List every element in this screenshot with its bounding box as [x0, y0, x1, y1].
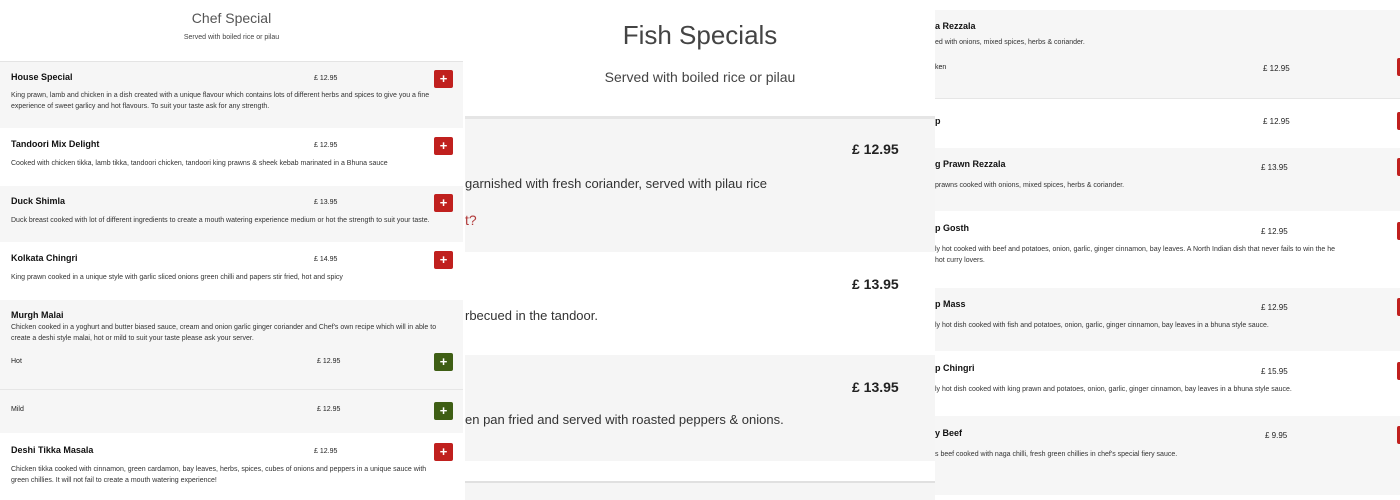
divider: [0, 389, 463, 390]
item-name: Kolkata Chingri: [11, 253, 78, 263]
menu-item-duck-shimla: Duck Shimla £ 13.95 + Duck breast cooked…: [0, 186, 463, 242]
plus-icon: +: [439, 354, 448, 369]
menu-item: £ 13.95 en pan fried and served with roa…: [465, 356, 935, 460]
variant-price: £ 12.95: [317, 406, 341, 413]
item-price: £ 12.95: [1263, 64, 1290, 73]
item-name: p: [935, 116, 941, 126]
plus-icon: +: [439, 138, 448, 153]
menu-item-deshi-tikka-masala: Deshi Tikka Masala £ 12.95 + Chicken tik…: [0, 434, 463, 500]
item-description: King prawn cooked in a unique style with…: [11, 274, 343, 281]
add-variant-button[interactable]: +: [434, 353, 453, 371]
item-name: Deshi Tikka Masala: [11, 445, 94, 455]
item-description: King prawn, lamb and chicken in a dish c…: [11, 92, 430, 110]
menu-item: £ 13.95 rbecued in the tandoor.: [465, 252, 935, 355]
item-price: £ 14.95: [314, 256, 338, 263]
item-name: Tandoori Mix Delight: [11, 139, 100, 149]
divider: [465, 461, 935, 481]
item-name: g Prawn Rezzala: [935, 159, 1006, 169]
item-price: £ 12.95: [314, 448, 338, 455]
item-name: p Chingri: [935, 363, 975, 373]
menu-item-chingri: p Chingri £ 15.95 ly hot dish cooked wit…: [935, 352, 1400, 415]
section-subtitle: Served with boiled rice or pilau: [183, 34, 280, 41]
plus-icon: +: [439, 195, 448, 210]
item-description: ly hot cooked with beef and potatoes, on…: [935, 246, 1336, 264]
item-price: £ 12.95: [852, 141, 899, 157]
section-title: Fish Specials: [622, 20, 778, 50]
menu-item: £ 12.95 garnished with fresh coriander, …: [465, 119, 935, 250]
menu-item: p £ 12.95: [935, 99, 1400, 147]
item-description: ed with onions, mixed spices, herbs & co…: [935, 39, 1085, 46]
item-price: £ 13.95: [852, 276, 899, 292]
add-to-order-button[interactable]: +: [434, 194, 453, 212]
menu-item-murgh-malai: Murgh Malai Chicken cooked in a yoghurt …: [0, 300, 463, 433]
item-name: a Rezzala: [935, 21, 976, 31]
item-description: Chicken cooked in a yoghurt and butter b…: [11, 324, 437, 342]
item-description: prawns cooked with onions, mixed spices,…: [935, 182, 1125, 189]
menu-item-rezzala: a Rezzala ed with onions, mixed spices, …: [935, 10, 1400, 98]
item-price: £ 12.95: [1261, 303, 1288, 312]
menu-item-kolkata-chingri: Kolkata Chingri £ 14.95 + King prawn coo…: [0, 243, 463, 299]
section-title: Chef Special: [191, 10, 272, 26]
item-description: ly hot dish cooked with fish and potatoe…: [935, 322, 1269, 329]
item-description: rbecued in the tandoor.: [465, 308, 598, 323]
item-price: £ 9.95: [1265, 431, 1288, 440]
item-price: £ 13.95: [314, 199, 338, 206]
add-variant-button[interactable]: +: [434, 402, 453, 420]
item-description: garnished with fresh coriander, served w…: [465, 176, 768, 191]
add-to-order-button[interactable]: +: [434, 443, 453, 461]
plus-icon: +: [439, 252, 448, 267]
divider: [465, 481, 935, 483]
add-to-order-button[interactable]: +: [434, 137, 453, 155]
curry-menu-panel: a Rezzala ed with onions, mixed spices, …: [935, 10, 1400, 495]
menu-item-gosth: p Gosth £ 12.95 ly hot cooked with beef …: [935, 212, 1400, 287]
plus-icon: +: [439, 71, 448, 86]
item-price: £ 12.95: [314, 75, 338, 82]
item-name: House Special: [11, 72, 73, 82]
item-description: s beef cooked with naga chilli, fresh gr…: [935, 451, 1178, 458]
item-name: y Beef: [935, 428, 963, 438]
item-description: ly hot dish cooked with king prawn and p…: [935, 386, 1292, 393]
menu-item-house-special: House Special £ 12.95 + King prawn, lamb…: [0, 62, 463, 128]
chef-special-header: Chef Special Served with boiled rice or …: [0, 0, 463, 62]
add-to-order-button[interactable]: +: [434, 70, 453, 88]
plus-icon: +: [439, 444, 448, 459]
item-description: Duck breast cooked with lot of different…: [11, 217, 430, 224]
menu-item-beef: y Beef £ 9.95 s beef cooked with naga ch…: [935, 416, 1400, 495]
item-description: Cooked with chicken tikka, lamb tikka, t…: [11, 160, 388, 167]
variant-name: Hot: [11, 358, 22, 365]
item-price: £ 13.95: [1261, 163, 1288, 172]
variant-name: Mild: [11, 406, 24, 413]
item-description: Chicken tikka cooked with cinnamon, gree…: [11, 466, 427, 484]
fish-specials-header: Fish Specials Served with boiled rice or…: [465, 3, 935, 119]
fish-specials-panel: Fish Specials Served with boiled rice or…: [465, 3, 935, 500]
item-description: en pan fried and served with roasted pep…: [465, 412, 784, 427]
add-to-order-button[interactable]: +: [434, 251, 453, 269]
item-price: £ 12.95: [1263, 117, 1290, 126]
menu-item-mass: p Mass £ 12.95 ly hot dish cooked with f…: [935, 288, 1400, 351]
section-subtitle: Served with boiled rice or pilau: [604, 69, 796, 85]
variant-name: ken: [935, 64, 947, 71]
info-link[interactable]: t?: [465, 212, 477, 228]
item-price: £ 13.95: [852, 379, 899, 395]
menu-item-king-prawn-rezzala: g Prawn Rezzala £ 13.95 prawns cooked wi…: [935, 148, 1400, 211]
item-name: Duck Shimla: [11, 196, 66, 206]
item-price: £ 15.95: [1261, 367, 1288, 376]
item-price: £ 12.95: [1261, 227, 1288, 236]
item-name: p Mass: [935, 299, 966, 309]
item-name: p Gosth: [935, 223, 969, 233]
item-price: £ 12.95: [314, 142, 338, 149]
variant-price: £ 12.95: [317, 358, 341, 365]
plus-icon: +: [439, 403, 448, 418]
menu-item-tandoori-mix-delight: Tandoori Mix Delight £ 12.95 + Cooked wi…: [0, 129, 463, 185]
item-name: Murgh Malai: [11, 310, 64, 320]
chef-special-panel: Chef Special Served with boiled rice or …: [0, 0, 463, 500]
